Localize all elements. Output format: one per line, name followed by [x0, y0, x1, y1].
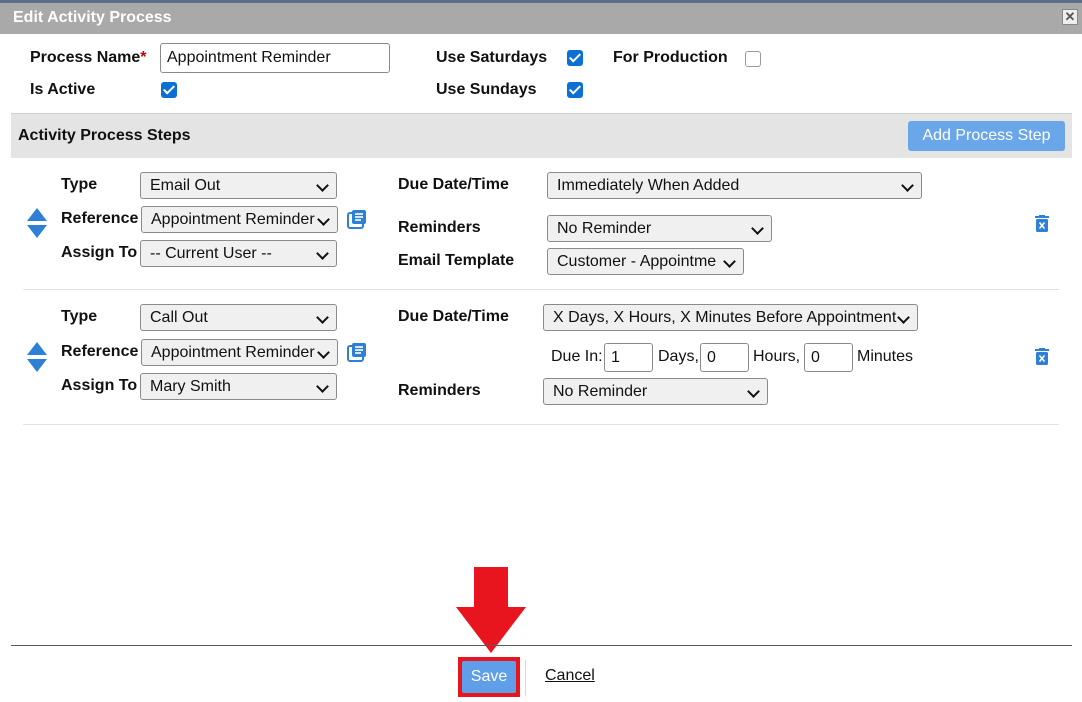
step-2-assign-select[interactable]: Mary Smith	[140, 373, 337, 400]
step-1-reminders-label: Reminders	[398, 219, 481, 236]
footer-divider	[11, 645, 1072, 646]
for-production-checkbox[interactable]	[745, 51, 761, 67]
step-1-template-select[interactable]: Customer - Appointme	[547, 248, 744, 275]
step-2-days-input[interactable]	[604, 343, 653, 372]
chevron-down-icon	[723, 255, 736, 268]
step-2-type-label: Type	[61, 308, 98, 325]
chevron-down-icon	[317, 213, 330, 226]
step-2-reference-label: Reference	[61, 343, 139, 360]
step-2-assign-label: Assign To	[61, 377, 138, 394]
save-highlight: Save	[458, 657, 520, 697]
move-up-icon[interactable]	[27, 208, 47, 221]
step-1-due-value: Immediately When Added	[557, 177, 740, 194]
step-1-reference-label: Reference	[61, 210, 139, 227]
step-2-due-select[interactable]: X Days, X Hours, X Minutes Before Appoin…	[543, 304, 918, 331]
delete-icon[interactable]	[1035, 348, 1049, 365]
step-1-reorder[interactable]	[27, 208, 47, 238]
steps-section-header: Activity Process Steps Add Process Step	[11, 113, 1072, 158]
step-1-reminders-select[interactable]: No Reminder	[547, 215, 772, 242]
delete-icon[interactable]	[1035, 215, 1049, 232]
step-2-minutes-input[interactable]	[804, 343, 853, 372]
reference-list-icon[interactable]	[347, 209, 367, 229]
step-divider	[23, 289, 1059, 290]
add-process-step-button[interactable]: Add Process Step	[908, 121, 1065, 151]
required-marker: *	[140, 49, 147, 66]
step-1-reminders-value: No Reminder	[557, 220, 652, 237]
step-1-type-select[interactable]: Email Out	[140, 172, 337, 199]
close-icon[interactable]: ✕	[1062, 9, 1078, 25]
use-sundays-checkbox[interactable]	[567, 82, 583, 98]
step-2-hours-input[interactable]	[700, 343, 749, 372]
step-1-type-label: Type	[61, 176, 98, 193]
steps-section-title: Activity Process Steps	[18, 127, 191, 144]
move-down-icon[interactable]	[27, 359, 47, 372]
step-2-type-select[interactable]: Call Out	[140, 304, 337, 331]
process-name-label-text: Process Name	[30, 49, 141, 66]
move-down-icon[interactable]	[27, 225, 47, 238]
step-1-assign-select[interactable]: -- Current User --	[140, 240, 337, 267]
step-2-assign-value: Mary Smith	[150, 378, 231, 395]
process-name-label: Process Name*	[30, 49, 147, 67]
step-1-reference-value: Appointment Reminder	[151, 211, 315, 228]
step-2-reminders-select[interactable]: No Reminder	[543, 378, 768, 405]
process-name-input[interactable]	[160, 43, 390, 73]
step-1-due-label: Due Date/Time	[398, 176, 509, 193]
chevron-down-icon	[317, 346, 330, 359]
use-saturdays-checkbox[interactable]	[567, 50, 583, 66]
step-2-minutes-label: Minutes	[857, 348, 914, 365]
step-1-template-label: Email Template	[398, 252, 515, 269]
dialog-title: Edit Activity Process	[13, 9, 172, 26]
step-2-due-label: Due Date/Time	[398, 308, 509, 325]
use-sundays-label: Use Sundays	[436, 81, 537, 98]
save-button[interactable]: Save	[462, 661, 516, 693]
dialog-title-bar: Edit Activity Process ✕	[0, 0, 1082, 34]
step-2-due-value: X Days, X Hours, X Minutes Before Appoin…	[553, 309, 897, 326]
chevron-down-icon	[897, 311, 910, 324]
step-1-type-value: Email Out	[150, 177, 221, 194]
chevron-down-icon	[901, 179, 914, 192]
chevron-down-icon	[316, 311, 329, 324]
for-production-label: For Production	[613, 49, 728, 66]
step-2-reminders-value: No Reminder	[553, 383, 648, 400]
move-up-icon[interactable]	[27, 342, 47, 355]
chevron-down-icon	[316, 179, 329, 192]
step-1-assign-value: -- Current User --	[150, 245, 272, 262]
chevron-down-icon	[316, 380, 329, 393]
step-2-days-label: Days,	[658, 348, 699, 365]
is-active-checkbox[interactable]	[161, 82, 177, 98]
footer-separator	[525, 660, 526, 696]
step-2-reference-value: Appointment Reminder	[151, 344, 315, 361]
step-2-type-value: Call Out	[150, 309, 208, 326]
is-active-label: Is Active	[30, 81, 96, 98]
chevron-down-icon	[747, 385, 760, 398]
step-2-reorder[interactable]	[27, 342, 47, 372]
reference-list-icon[interactable]	[347, 342, 367, 362]
step-1-template-value: Customer - Appointme	[557, 253, 717, 270]
step-1-due-select[interactable]: Immediately When Added	[547, 172, 922, 199]
callout-arrow-icon	[456, 567, 526, 653]
step-2-hours-label: Hours,	[753, 348, 801, 365]
step-1-assign-label: Assign To	[61, 244, 138, 261]
use-saturdays-label: Use Saturdays	[436, 49, 548, 66]
chevron-down-icon	[751, 222, 764, 235]
step-divider	[23, 424, 1059, 425]
step-2-reference-select[interactable]: Appointment Reminder	[141, 339, 338, 366]
step-1-reference-select[interactable]: Appointment Reminder	[141, 206, 338, 233]
cancel-link[interactable]: Cancel	[545, 667, 595, 685]
chevron-down-icon	[316, 247, 329, 260]
step-2-due-in-label: Due In:	[551, 348, 603, 365]
step-2-reminders-label: Reminders	[398, 382, 481, 399]
